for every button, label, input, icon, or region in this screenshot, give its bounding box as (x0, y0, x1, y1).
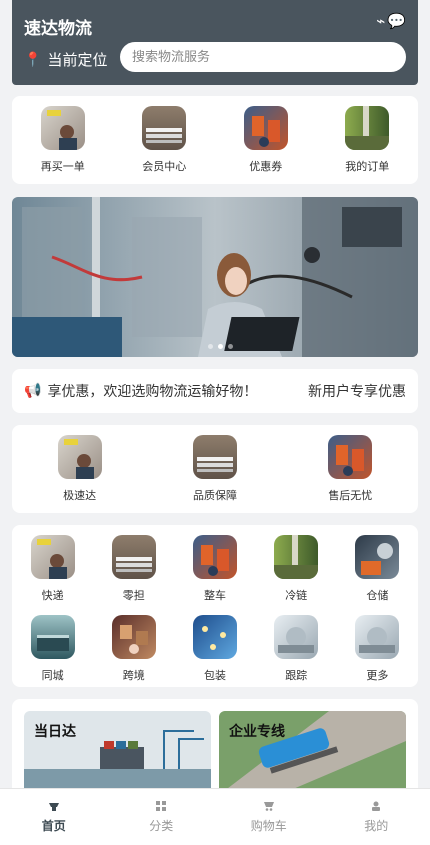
current-location[interactable]: 📍 当前定位 (24, 49, 107, 70)
service-guarantees: 极速达 品质保障 售后无忧 (12, 425, 418, 513)
warehouse-photo-icon (274, 535, 319, 579)
banner-dot[interactable] (208, 344, 213, 349)
service-warehousing[interactable]: 仓储 (337, 535, 418, 603)
office-photo-icon (30, 535, 75, 579)
banner-dot-active[interactable] (218, 344, 223, 349)
robot-photo-icon (192, 535, 237, 579)
home-icon (48, 802, 59, 811)
quick-action-label: 我的订单 (345, 160, 390, 173)
service-label: 跨境 (122, 669, 145, 682)
service-ftl[interactable]: 整车 (174, 535, 255, 603)
promo-enterprise-line[interactable]: 企业专线 (219, 711, 406, 795)
quick-action-label: 优惠券 (249, 160, 283, 173)
tab-cart[interactable]: 购物车 (229, 801, 309, 834)
tab-label: 购物车 (250, 818, 287, 833)
location-label: 当前定位 (47, 51, 108, 69)
header-icons: ⌁ 💬 (376, 12, 406, 30)
service-tracking[interactable]: 跟踪 (256, 615, 337, 683)
factory-photo-icon (274, 615, 319, 659)
warehouse-photo-icon (345, 106, 390, 150)
megaphone-icon: 📢 (24, 383, 42, 399)
quick-action-member-center[interactable]: 会员中心 (124, 106, 204, 174)
user-icon (372, 801, 381, 811)
promo-label: 企业专线 (229, 724, 285, 740)
banner-dot[interactable] (228, 344, 233, 349)
brand-title: 速达物流 (24, 19, 92, 39)
tab-category[interactable]: 分类 (121, 800, 201, 834)
quick-action-my-orders[interactable]: 我的订单 (327, 106, 407, 174)
service-label: 整车 (203, 589, 226, 602)
chat-icon[interactable]: 💬 (387, 12, 406, 30)
quick-action-label: 再买一单 (40, 160, 85, 173)
feature-label: 售后无忧 (328, 489, 373, 502)
app-header: 速达物流 ⌁ 💬 📍 当前定位 (12, 0, 418, 85)
quick-actions: 再买一单 会员中心 优惠券 我的订单 (12, 96, 418, 184)
promo-same-day[interactable]: 当日达 (24, 711, 211, 795)
keyboard-photo-icon (142, 106, 187, 150)
keyboard-photo-icon (111, 535, 156, 579)
grid-icon (156, 800, 167, 811)
feature-after-sales[interactable]: 售后无忧 (290, 435, 410, 503)
notice-marquee: 享优惠，欢迎选购物流运输好物！ (47, 384, 258, 400)
service-label: 冷链 (285, 589, 308, 602)
promo-banner[interactable] (12, 197, 418, 357)
tab-label: 分类 (149, 818, 174, 833)
robot-photo-icon (328, 435, 373, 479)
service-label: 跟踪 (285, 669, 308, 682)
office-photo-icon (57, 435, 102, 479)
service-more[interactable]: 更多 (337, 615, 418, 683)
notice-bar[interactable]: 📢 享优惠，欢迎选购物流运输好物！ 新用户专享优惠 (12, 369, 418, 413)
feature-label: 极速达 (63, 489, 97, 502)
service-label: 更多 (366, 669, 389, 682)
service-label: 包装 (203, 669, 226, 682)
quick-action-label: 会员中心 (142, 160, 187, 173)
feature-quality[interactable]: 品质保障 (155, 435, 275, 503)
container-photo-icon (30, 615, 75, 659)
quick-action-coupons[interactable]: 优惠券 (226, 106, 306, 174)
tab-label: 我的 (364, 818, 389, 833)
promo-label: 当日达 (34, 724, 76, 740)
feature-express[interactable]: 极速达 (20, 435, 140, 503)
location-pin-icon: 📍 (24, 51, 42, 68)
tab-home[interactable]: 首页 (14, 801, 94, 834)
signal-icon: ⌁ (376, 12, 386, 30)
promo-cards: 当日达 企业专线 (12, 699, 418, 795)
keyboard-photo-icon (192, 435, 237, 479)
service-label: 仓储 (366, 589, 389, 602)
boxes-photo-icon (111, 615, 156, 659)
service-cold-chain[interactable]: 冷链 (256, 535, 337, 603)
bottom-tab-bar: 首页 分类 购物车 我的 (0, 788, 430, 845)
robot-photo-icon (243, 106, 288, 150)
service-same-city[interactable]: 同城 (12, 615, 93, 683)
new-user-offer-link[interactable]: 新用户专享优惠 (308, 381, 406, 401)
tab-label: 首页 (41, 818, 66, 833)
office-photo-icon (40, 106, 85, 150)
search-input[interactable] (120, 42, 406, 72)
services-grid: 快递 零担 整车 冷链 仓储 同城 跨境 包装 跟踪 更多 (12, 525, 418, 687)
service-label: 零担 (122, 589, 145, 602)
service-label: 同城 (41, 669, 64, 682)
banner-pagination[interactable] (208, 344, 233, 349)
service-cross-border[interactable]: 跨境 (93, 615, 174, 683)
machine-photo-icon (355, 535, 400, 579)
feature-label: 品质保障 (192, 489, 237, 502)
banner-lab-photo (12, 197, 418, 357)
service-ltl[interactable]: 零担 (93, 535, 174, 603)
tab-profile[interactable]: 我的 (336, 801, 416, 834)
service-label: 快递 (41, 589, 64, 602)
service-packaging[interactable]: 包装 (174, 615, 255, 683)
cart-icon (263, 801, 274, 811)
lights-photo-icon (192, 615, 237, 659)
service-courier[interactable]: 快递 (12, 535, 93, 603)
quick-action-reorder[interactable]: 再买一单 (23, 106, 103, 174)
factory-photo-icon (355, 615, 400, 659)
